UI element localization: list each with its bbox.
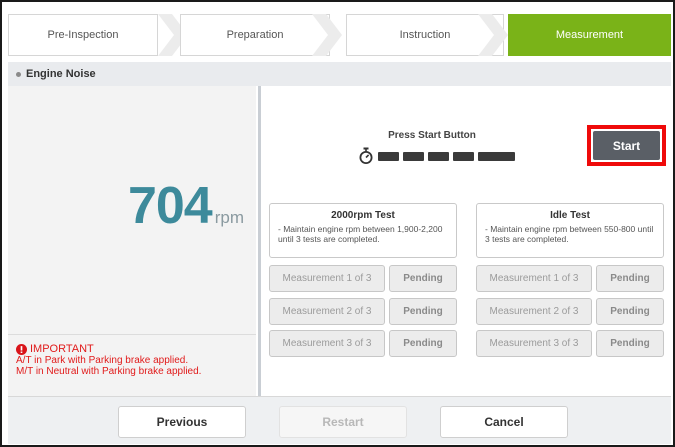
step-preparation[interactable]: Preparation bbox=[180, 14, 330, 56]
test-title: Idle Test bbox=[550, 210, 590, 221]
measurement-cell: Measurement 2 of 3 bbox=[476, 298, 592, 325]
bullet-icon bbox=[16, 71, 21, 77]
rpm-unit: rpm bbox=[214, 208, 244, 227]
timer-segment bbox=[378, 152, 399, 161]
step-progress-bar: Pre-Inspection Preparation Instruction M… bbox=[8, 14, 671, 56]
rpm-panel: 704 rpm IMPORTANT A/T in Park with Parkin… bbox=[8, 86, 256, 396]
chevron-right-icon bbox=[312, 14, 342, 56]
chevron-right-icon bbox=[478, 14, 508, 56]
important-title: IMPORTANT bbox=[30, 343, 94, 355]
footer-bar: Previous Restart Cancel bbox=[8, 396, 671, 444]
test-title: 2000rpm Test bbox=[331, 210, 395, 221]
test-idle-info: Idle Test - Maintain engine rpm between … bbox=[476, 203, 664, 258]
measurement-cell: Measurement 1 of 3 bbox=[269, 265, 385, 292]
status-badge: Pending bbox=[596, 265, 664, 292]
divider bbox=[8, 334, 256, 335]
start-button[interactable]: Start bbox=[593, 131, 660, 160]
previous-button[interactable]: Previous bbox=[118, 406, 246, 438]
start-button-highlight: Start bbox=[587, 125, 666, 166]
measurement-cell: Measurement 3 of 3 bbox=[476, 330, 592, 357]
measurement-cell: Measurement 2 of 3 bbox=[269, 298, 385, 325]
step-label: Instruction bbox=[399, 29, 451, 41]
test-description: - Maintain engine rpm between 550-800 un… bbox=[485, 224, 654, 244]
section-title: Engine Noise bbox=[26, 68, 96, 80]
important-notice: IMPORTANT A/T in Park with Parking brake… bbox=[16, 344, 201, 377]
measurement-cell: Measurement 3 of 3 bbox=[269, 330, 385, 357]
measurement-cell: Measurement 1 of 3 bbox=[476, 265, 592, 292]
test-description: - Maintain engine rpm between 1,900-2,20… bbox=[278, 224, 443, 244]
important-line: M/T in Neutral with Parking brake applie… bbox=[16, 366, 202, 377]
status-badge: Pending bbox=[596, 330, 664, 357]
section-header: Engine Noise bbox=[8, 62, 671, 86]
step-label: Pre-Inspection bbox=[47, 29, 119, 41]
important-line: A/T in Park with Parking brake applied. bbox=[16, 355, 189, 366]
app-window: Pre-Inspection Preparation Instruction M… bbox=[0, 0, 675, 447]
status-badge: Pending bbox=[389, 298, 457, 325]
timer-segment bbox=[428, 152, 449, 161]
step-pre-inspection[interactable]: Pre-Inspection bbox=[8, 14, 158, 56]
panel-separator bbox=[258, 86, 261, 396]
timer-progress bbox=[359, 147, 519, 165]
step-measurement[interactable]: Measurement bbox=[508, 14, 671, 56]
stopwatch-icon bbox=[359, 147, 373, 164]
step-label: Measurement bbox=[555, 29, 624, 41]
test-2000rpm-info: 2000rpm Test - Maintain engine rpm betwe… bbox=[269, 203, 457, 258]
timer-segment bbox=[453, 152, 474, 161]
start-prompt: Press Start Button bbox=[388, 130, 476, 141]
status-badge: Pending bbox=[596, 298, 664, 325]
timer-segment bbox=[494, 152, 515, 161]
restart-button[interactable]: Restart bbox=[279, 406, 407, 438]
step-label: Preparation bbox=[226, 29, 284, 41]
warning-icon bbox=[16, 344, 27, 355]
cancel-button[interactable]: Cancel bbox=[440, 406, 568, 438]
status-badge: Pending bbox=[389, 330, 457, 357]
timer-segment bbox=[403, 152, 424, 161]
rpm-value: 704 bbox=[127, 177, 213, 235]
rpm-readout: 704 rpm bbox=[8, 176, 244, 236]
status-badge: Pending bbox=[389, 265, 457, 292]
